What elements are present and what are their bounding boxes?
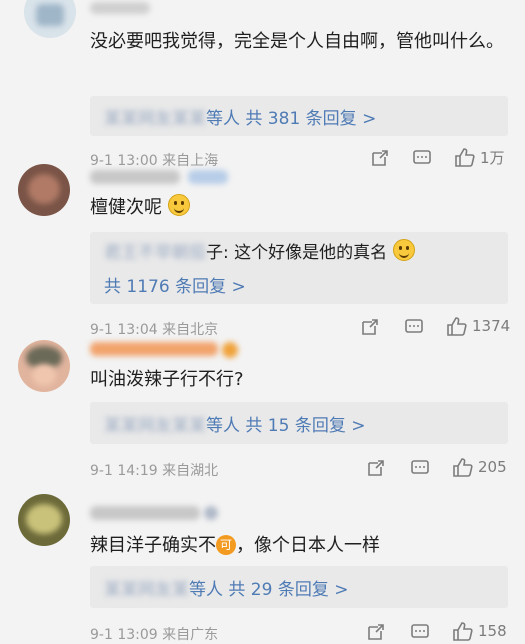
comment-text: 辣目洋子确实不可，像个日本人一样 [90,535,380,556]
more-replies-link[interactable]: 共 1176 条回复 > [104,272,246,297]
comment-icon [413,150,431,164]
like-count: 1万 [480,148,505,167]
comment-icon [411,624,429,638]
repost-button[interactable] [360,317,380,337]
thumbs-up-icon [453,458,473,477]
repost-button[interactable] [370,148,390,168]
comment-icon [411,460,429,474]
comment-text: 叫油泼辣子行不行? [90,369,244,390]
thumbs-up-icon [455,148,475,167]
like-button[interactable]: 1374 [446,315,510,337]
comment-meta: 9-1 13:00 来自上海 [90,153,219,169]
avatar[interactable] [18,494,70,546]
reply-summary[interactable]: 某某网友某等人 共 29 条回复 > [90,566,508,608]
comment-button[interactable] [410,458,430,478]
reply-summary[interactable]: 某某网友某某等人 共 15 条回复 > [90,402,508,444]
reply-summary[interactable]: 某某网友某某等人 共 381 条回复 > [90,96,508,136]
comment-meta: 9-1 14:19 来自湖北 [90,463,219,479]
reply-usernames[interactable]: 某某网友某某 [104,109,206,129]
comment-button[interactable] [410,622,430,642]
repost-icon [372,150,388,166]
more-replies-link[interactable]: 共 29 条回复 > [228,580,348,600]
like-button[interactable]: 1万 [454,146,505,168]
more-replies-link[interactable]: 共 381 条回复 > [245,109,376,129]
smile-emoji-icon [167,194,190,216]
avatar[interactable] [18,164,70,216]
repost-icon [368,460,384,476]
reply-suffix: 等人 [206,416,240,436]
username[interactable] [90,2,150,14]
comment-text: 没必要吧我觉得，完全是个人自由啊，管他叫什么。 [90,31,504,52]
comment-text: 檀健次呢 [90,192,190,224]
thumbs-up-icon [447,317,467,336]
like-count: 205 [478,458,507,476]
reply-suffix: 等人 [206,109,240,129]
username[interactable] [90,170,180,184]
username[interactable] [90,342,218,356]
like-button[interactable]: 158 [452,620,507,642]
comment-button[interactable] [412,148,432,168]
comment-meta: 9-1 13:09 来自广东 [90,627,219,643]
like-count: 158 [478,622,507,640]
reply-usernames[interactable]: 某某网友某 [104,580,189,600]
badge-ke-icon: 可 [216,535,236,555]
reply-summary[interactable]: 君王不早朝茄子: 这个好像是他的真名 共 1176 条回复 > [90,232,508,304]
comment-meta: 9-1 13:04 来自北京 [90,322,219,338]
comment-button[interactable] [404,317,424,337]
avatar[interactable] [24,0,76,38]
avatar[interactable] [18,340,70,392]
reply-suffix: 等人 [189,580,223,600]
repost-button[interactable] [366,622,386,642]
user-badge [204,506,218,520]
like-count: 1374 [472,317,511,335]
reply-usernames[interactable]: 君王不早朝茄 [104,243,206,263]
username[interactable] [90,506,200,520]
user-badge [188,170,228,184]
user-badge [222,342,238,358]
repost-button[interactable] [366,458,386,478]
reply-usernames[interactable]: 某某网友某某 [104,416,206,436]
thumbs-up-icon [453,622,473,641]
more-replies-link[interactable]: 共 15 条回复 > [245,416,365,436]
smile-emoji-icon [392,239,415,261]
comment-icon [405,319,423,333]
repost-icon [362,319,378,335]
reply-preview: 子: 这个好像是他的真名 [206,243,388,263]
repost-icon [368,624,384,640]
like-button[interactable]: 205 [452,456,507,478]
